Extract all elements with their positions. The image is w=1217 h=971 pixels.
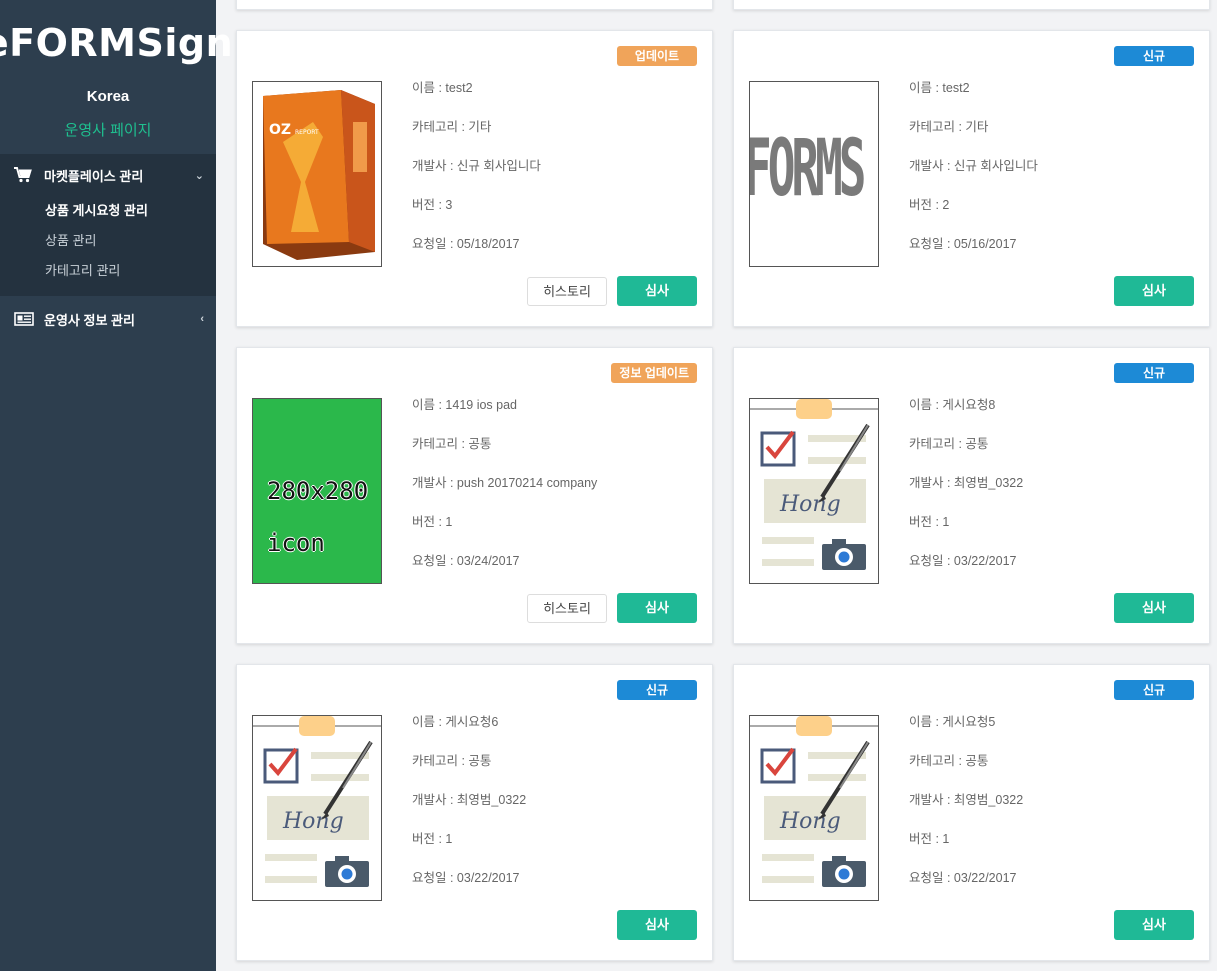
region-label: Korea: [86, 88, 130, 105]
status-badge: 신규: [1114, 363, 1194, 383]
signature-text: Hong: [779, 492, 841, 517]
product-version: 버전 : 1: [909, 832, 950, 846]
review-button[interactable]: 심사: [617, 910, 697, 940]
product-request-date: 요청일 : 05/18/2017: [412, 237, 520, 251]
review-button[interactable]: 심사: [1114, 910, 1194, 940]
menu-marketplace-label: 마켓플레이스 관리: [44, 168, 144, 184]
product-thumbnail[interactable]: Hong: [749, 715, 879, 901]
signature-document-image: Hong: [750, 399, 878, 583]
product-developer: 개발사 : push 20170214 company: [412, 476, 598, 490]
product-request-date: 요청일 : 03/22/2017: [412, 871, 520, 885]
product-version: 버전 : 3: [412, 198, 453, 212]
product-card-partial: [733, 0, 1210, 10]
product-name: 이름 : test2: [909, 81, 970, 95]
product-category: 카테고리 : 기타: [909, 120, 989, 134]
product-name: 이름 : 1419 ios pad: [412, 398, 518, 412]
product-request-date: 요청일 : 03/22/2017: [909, 871, 1017, 885]
product-category: 카테고리 : 공통: [412, 437, 492, 451]
product-name: 이름 : 게시요청8: [909, 398, 996, 412]
product-request-date: 요청일 : 03/24/2017: [412, 554, 520, 568]
product-category: 카테고리 : 공통: [412, 754, 492, 768]
sidebar-item-post-request[interactable]: 상품 게시요청 관리: [0, 196, 216, 226]
status-badge: 신규: [1114, 680, 1194, 700]
sidebar-item-products[interactable]: 상품 관리: [0, 226, 216, 256]
product-info: 이름 : 게시요청8 카테고리 : 공통 개발사 : 최영범_0322 버전 :…: [909, 398, 1023, 593]
product-card: 신규 Hong 이름 : 게시요청5 카테고리 : 공통 개발사 : 최영범_0…: [733, 664, 1210, 961]
product-card-partial: [236, 0, 713, 10]
product-thumbnail[interactable]: FORMS: [749, 81, 879, 267]
thumb-text-line2: icon: [267, 529, 325, 557]
product-version: 버전 : 1: [909, 515, 950, 529]
product-developer: 개발사 : 최영범_0322: [412, 793, 527, 807]
product-developer: 개발사 : 신규 회사입니다: [412, 159, 541, 173]
signature-text: Hong: [779, 809, 841, 834]
product-card: 신규 Hong 이름 : 게시요청6 카테고리 : 공통 개발사 : 최영범_0…: [236, 664, 713, 961]
logo-text: eFORMSign: [0, 21, 234, 65]
product-thumbnail[interactable]: Hong: [749, 398, 879, 584]
menu-group-marketplace: 마켓플레이스 관리 ⌄ 상품 게시요청 관리 상품 관리 카테고리 관리: [0, 154, 216, 296]
product-card: 업데이트 OZ REPORT 이름 : test2 카테고리 : 기타 개발사 …: [236, 30, 713, 327]
signature-document-image: Hong: [750, 716, 878, 900]
status-badge: 신규: [617, 680, 697, 700]
chevron-down-icon: ⌄: [194, 169, 204, 182]
product-version: 버전 : 1: [412, 515, 453, 529]
marketplace-submenu: 상품 게시요청 관리 상품 관리 카테고리 관리: [0, 196, 216, 286]
newspaper-icon: [14, 312, 34, 326]
product-info: 이름 : test2 카테고리 : 기타 개발사 : 신규 회사입니다 버전 :…: [909, 81, 1038, 276]
product-card: 정보 업데이트 280x280 icon 이름 : 1419 ios pad 카…: [236, 347, 713, 644]
cart-icon: [14, 167, 34, 183]
thumb-text-line1: 280x280: [267, 477, 369, 505]
product-category: 카테고리 : 공통: [909, 437, 989, 451]
product-request-date: 요청일 : 03/22/2017: [909, 554, 1017, 568]
product-category: 카테고리 : 기타: [412, 120, 492, 134]
product-name: 이름 : 게시요청5: [909, 715, 996, 729]
menu-operator-info-toggle[interactable]: 운영사 정보 관리 ‹: [0, 298, 216, 340]
product-thumbnail[interactable]: OZ REPORT: [252, 81, 382, 267]
sidebar-item-categories[interactable]: 카테고리 관리: [0, 256, 216, 286]
product-thumbnail[interactable]: Hong: [252, 715, 382, 901]
menu-operator-info-label: 운영사 정보 관리: [44, 312, 135, 328]
product-version: 버전 : 1: [412, 832, 453, 846]
review-button[interactable]: 심사: [1114, 276, 1194, 306]
menu-marketplace-toggle[interactable]: 마켓플레이스 관리 ⌄: [0, 154, 216, 196]
svg-text:OZ: OZ: [269, 122, 291, 138]
review-button[interactable]: 심사: [617, 593, 697, 623]
forms-text-image: FORMS: [749, 122, 866, 214]
signature-text: Hong: [282, 809, 344, 834]
product-info: 이름 : 1419 ios pad 카테고리 : 공통 개발사 : push 2…: [412, 398, 597, 593]
main-content: 업데이트 OZ REPORT 이름 : test2 카테고리 : 기타 개발사 …: [216, 0, 1217, 971]
product-info: 이름 : 게시요청5 카테고리 : 공통 개발사 : 최영범_0322 버전 :…: [909, 715, 1023, 910]
sidebar: eFORMSign Korea 운영사 페이지 마켓플레이스 관리 ⌄ 상품 게…: [0, 0, 233, 971]
chevron-left-icon: ‹: [200, 313, 204, 325]
operator-page-link[interactable]: 운영사 페이지: [0, 119, 216, 140]
product-developer: 개발사 : 신규 회사입니다: [909, 159, 1038, 173]
review-button[interactable]: 심사: [1114, 593, 1194, 623]
product-category: 카테고리 : 공통: [909, 754, 989, 768]
product-card: 신규 FORMS 이름 : test2 카테고리 : 기타 개발사 : 신규 회…: [733, 30, 1210, 327]
logo[interactable]: eFORMSign: [0, 0, 233, 80]
status-badge: 정보 업데이트: [611, 363, 697, 383]
svg-text:REPORT: REPORT: [295, 129, 319, 136]
product-developer: 개발사 : 최영범_0322: [909, 793, 1024, 807]
review-button[interactable]: 심사: [617, 276, 697, 306]
product-info: 이름 : test2 카테고리 : 기타 개발사 : 신규 회사입니다 버전 :…: [412, 81, 541, 276]
oz-report-box-image: OZ REPORT: [253, 82, 381, 266]
status-badge: 신규: [1114, 46, 1194, 66]
product-name: 이름 : test2: [412, 81, 473, 95]
history-button[interactable]: 히스토리: [527, 594, 607, 623]
signature-document-image: Hong: [253, 716, 381, 900]
product-info: 이름 : 게시요청6 카테고리 : 공통 개발사 : 최영범_0322 버전 :…: [412, 715, 526, 910]
status-badge: 업데이트: [617, 46, 697, 66]
product-request-date: 요청일 : 05/16/2017: [909, 237, 1017, 251]
product-developer: 개발사 : 최영범_0322: [909, 476, 1024, 490]
product-thumbnail[interactable]: 280x280 icon: [252, 398, 382, 584]
product-name: 이름 : 게시요청6: [412, 715, 499, 729]
sidebar-menu: 마켓플레이스 관리 ⌄ 상품 게시요청 관리 상품 관리 카테고리 관리 운영사…: [0, 154, 216, 340]
product-version: 버전 : 2: [909, 198, 950, 212]
product-card: 신규 Hong 이름 : 게시요청8 카테고리 : 공통 개발사 : 최영범_0…: [733, 347, 1210, 644]
history-button[interactable]: 히스토리: [527, 277, 607, 306]
